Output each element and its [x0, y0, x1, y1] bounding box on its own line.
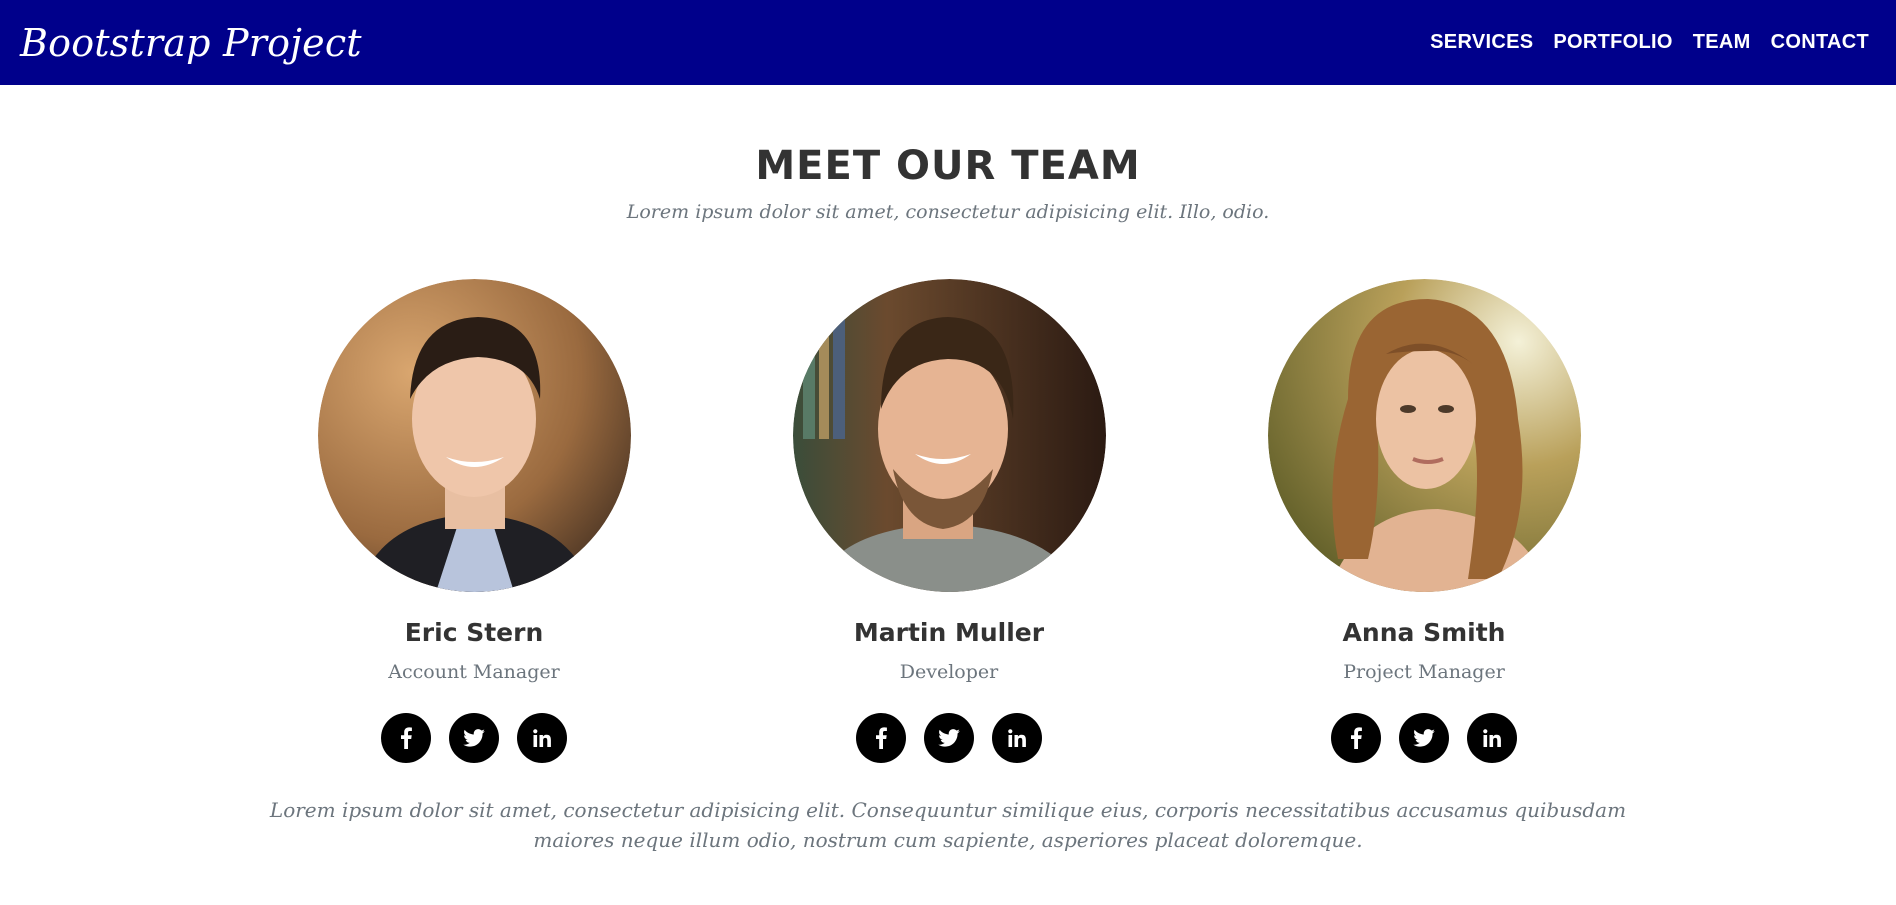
twitter-button[interactable] [449, 713, 499, 763]
team-member-card: Martin Muller Developer [789, 279, 1109, 763]
twitter-icon [938, 729, 960, 747]
member-role: Developer [899, 661, 999, 683]
brand-link[interactable]: Bootstrap Project [20, 21, 362, 65]
nav-menu: SERVICES PORTFOLIO TEAM CONTACT [1430, 31, 1869, 54]
facebook-button[interactable] [1331, 713, 1381, 763]
nav-item-contact[interactable]: CONTACT [1771, 31, 1869, 54]
nav-item-team[interactable]: TEAM [1693, 31, 1751, 54]
facebook-button[interactable] [856, 713, 906, 763]
member-name: Martin Muller [853, 618, 1045, 647]
member-photo [792, 279, 1106, 592]
twitter-button[interactable] [924, 713, 974, 763]
twitter-icon [463, 729, 485, 747]
nav-item-portfolio[interactable]: PORTFOLIO [1553, 31, 1672, 54]
linkedin-button[interactable] [1467, 713, 1517, 763]
team-member-card: Eric Stern Account Manager [314, 279, 634, 763]
social-links [1264, 713, 1584, 763]
twitter-icon [1413, 729, 1435, 747]
linkedin-button[interactable] [517, 713, 567, 763]
nav-item-services[interactable]: SERVICES [1430, 31, 1533, 54]
facebook-button[interactable] [381, 713, 431, 763]
member-role: Account Manager [388, 661, 560, 683]
twitter-button[interactable] [1399, 713, 1449, 763]
team-member-card: Anna Smith Project Manager [1264, 279, 1584, 763]
linkedin-button[interactable] [992, 713, 1042, 763]
member-photo [1267, 279, 1581, 592]
social-links [789, 713, 1109, 763]
section-subtitle: Lorem ipsum dolor sit amet, consectetur … [626, 201, 1270, 223]
team-footer-text: Lorem ipsum dolor sit amet, consectetur … [269, 798, 1627, 852]
facebook-icon [401, 727, 412, 749]
navbar: Bootstrap Project SERVICES PORTFOLIO TEA… [0, 0, 1896, 85]
member-name: Eric Stern [404, 618, 544, 647]
section-title: MEET OUR TEAM [755, 143, 1141, 189]
facebook-icon [1351, 727, 1362, 749]
linkedin-icon [1483, 729, 1501, 747]
member-role: Project Manager [1343, 661, 1505, 683]
facebook-icon [876, 727, 887, 749]
linkedin-icon [1008, 729, 1026, 747]
linkedin-icon [533, 729, 551, 747]
social-links [314, 713, 634, 763]
member-photo [317, 279, 631, 592]
member-name: Anna Smith [1342, 618, 1506, 647]
